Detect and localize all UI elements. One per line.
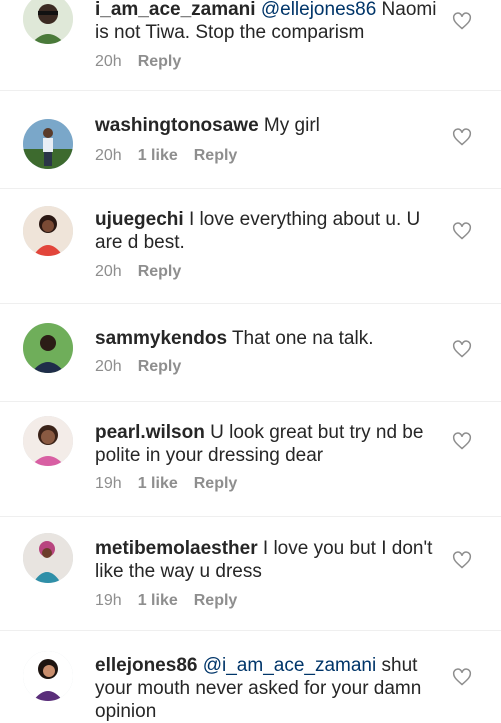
- comment-meta: 20h Reply: [95, 357, 197, 377]
- comment-time: 20h: [95, 147, 122, 164]
- comment-meta: 19h 1 like Reply: [95, 474, 253, 494]
- comment-item: pearl.wilson U look great but try nd be …: [0, 401, 501, 516]
- comment-meta: 19h 1 like Reply: [95, 591, 253, 611]
- comment-text: ellejones86 @i_am_ace_zamani shut your m…: [95, 654, 440, 723]
- reply-button[interactable]: Reply: [194, 592, 238, 609]
- reply-button[interactable]: Reply: [194, 147, 238, 164]
- comment-username[interactable]: pearl.wilson: [95, 422, 205, 443]
- likes-count[interactable]: 1 like: [138, 475, 178, 492]
- comment-item: washingtonosawe My girl 20h 1 like Reply: [0, 90, 501, 188]
- avatar[interactable]: [23, 416, 73, 466]
- comment-text: i_am_ace_zamani @ellejones86 Naomi is no…: [95, 0, 440, 44]
- comment-message: That one na talk.: [227, 328, 374, 349]
- comment-username[interactable]: washingtonosawe: [95, 115, 259, 136]
- comment-time: 20h: [95, 263, 122, 280]
- comment-meta: 20h Reply: [95, 262, 197, 282]
- comment-text: sammykendos That one na talk.: [95, 327, 440, 350]
- avatar[interactable]: [23, 651, 73, 701]
- avatar[interactable]: [23, 206, 73, 256]
- comment-text: metibemolaesther I love you but I don't …: [95, 537, 440, 583]
- comment-item: ellejones86 @i_am_ace_zamani shut your m…: [0, 630, 501, 723]
- avatar[interactable]: [23, 323, 73, 373]
- reply-button[interactable]: Reply: [138, 53, 182, 70]
- divider: [0, 401, 501, 402]
- comment-time: 19h: [95, 592, 122, 609]
- reply-button[interactable]: Reply: [138, 263, 182, 280]
- comment-meta: 20h Reply: [95, 52, 197, 72]
- comment-message: My girl: [258, 115, 320, 136]
- divider: [0, 516, 501, 517]
- comment-text: ujuegechi I love everything about u. U a…: [95, 208, 440, 254]
- comment-mention[interactable]: @i_am_ace_zamani: [203, 655, 377, 676]
- heart-outline-icon[interactable]: [452, 127, 472, 147]
- comment-time: 20h: [95, 358, 122, 375]
- comment-item: ujuegechi I love everything about u. U a…: [0, 188, 501, 303]
- comment-username[interactable]: metibemolaesther: [95, 538, 258, 559]
- comment-mention[interactable]: @ellejones86: [261, 0, 376, 20]
- heart-outline-icon[interactable]: [452, 431, 472, 451]
- comment-item: i_am_ace_zamani @ellejones86 Naomi is no…: [0, 0, 501, 90]
- comment-username[interactable]: ujuegechi: [95, 209, 184, 230]
- likes-count[interactable]: 1 like: [138, 592, 178, 609]
- comment-item: metibemolaesther I love you but I don't …: [0, 516, 501, 630]
- avatar[interactable]: [23, 0, 73, 44]
- likes-count[interactable]: 1 like: [138, 147, 178, 164]
- reply-button[interactable]: Reply: [194, 475, 238, 492]
- comment-username[interactable]: ellejones86: [95, 655, 197, 676]
- heart-outline-icon[interactable]: [452, 339, 472, 359]
- comment-meta: 20h 1 like Reply: [95, 146, 253, 166]
- comment-time: 19h: [95, 475, 122, 492]
- avatar[interactable]: [23, 119, 73, 169]
- comment-time: 20h: [95, 53, 122, 70]
- divider: [0, 630, 501, 631]
- heart-outline-icon[interactable]: [452, 550, 472, 570]
- reply-button[interactable]: Reply: [138, 358, 182, 375]
- heart-outline-icon[interactable]: [452, 11, 472, 31]
- divider: [0, 188, 501, 189]
- avatar[interactable]: [23, 533, 73, 583]
- heart-outline-icon[interactable]: [452, 221, 472, 241]
- comment-username[interactable]: sammykendos: [95, 328, 227, 349]
- divider: [0, 90, 501, 91]
- heart-outline-icon[interactable]: [452, 667, 472, 687]
- divider: [0, 303, 501, 304]
- comment-username[interactable]: i_am_ace_zamani: [95, 0, 256, 20]
- comment-text: pearl.wilson U look great but try nd be …: [95, 421, 440, 467]
- comment-item: sammykendos That one na talk. 20h Reply: [0, 303, 501, 401]
- comment-text: washingtonosawe My girl: [95, 114, 440, 137]
